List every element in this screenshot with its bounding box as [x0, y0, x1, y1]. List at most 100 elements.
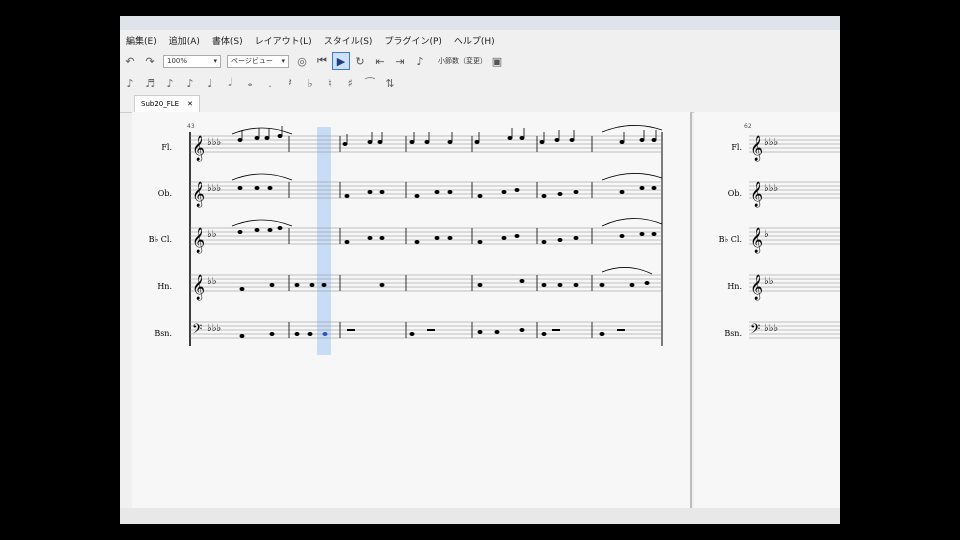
instrument-label: Fl.: [161, 143, 172, 152]
title-bar: [120, 16, 840, 30]
pane-divider[interactable]: [690, 112, 692, 508]
selected-note[interactable]: [322, 332, 328, 336]
treble-clef-icon: 𝄞: [192, 135, 205, 161]
play-button[interactable]: ▶: [332, 52, 350, 70]
close-icon[interactable]: ✕: [187, 100, 193, 108]
rest-icon[interactable]: 𝄽: [280, 76, 300, 90]
treble-clef-icon: 𝄞: [192, 181, 205, 207]
rest-icon: [427, 329, 435, 331]
image-capture-icon[interactable]: ▣: [489, 53, 505, 69]
staff-bassoon: Bsn. 𝄢 ♭♭♭: [154, 321, 662, 340]
instrument-label: Bsn.: [724, 329, 742, 338]
zoom-value: 100%: [167, 57, 188, 65]
staff-oboe: Ob. 𝄞 ♭♭♭: [728, 181, 840, 207]
rest-icon: [617, 329, 625, 331]
key-signature: ♭♭: [764, 276, 774, 287]
menu-edit[interactable]: 編集(E): [120, 34, 163, 47]
bass-clef-icon: 𝄢: [192, 321, 202, 340]
treble-clef-icon: 𝄞: [750, 181, 763, 207]
key-signature: ♭♭♭: [764, 323, 778, 334]
treble-clef-icon: 𝄞: [750, 135, 763, 161]
key-signature: ♭♭♭: [207, 183, 221, 194]
zoom-combo[interactable]: 100% ▾: [163, 54, 221, 68]
score-page-1[interactable]: 43 Fl. 𝄞 ♭♭♭ Ob. 𝄞 ♭♭♭ B♭ Cl. 𝄞 ♭♭ Hn. 𝄞…: [132, 112, 692, 508]
app-window: 編集(E) 追加(A) 書体(S) レイアウト(L) スタイル(S) プラグイン…: [120, 16, 840, 524]
key-signature: ♭♭♭: [764, 137, 778, 148]
instrument-label: B♭ Cl.: [149, 235, 172, 244]
view-combo[interactable]: ページビュー ▾: [227, 54, 289, 68]
metronome-icon[interactable]: ◎: [294, 53, 310, 69]
rest-icon: [552, 329, 560, 331]
note-quarter-icon[interactable]: ♩: [200, 77, 220, 90]
tab-strip: Sub20_FLE ✕: [120, 94, 840, 113]
menu-bar: 編集(E) 追加(A) 書体(S) レイアウト(L) スタイル(S) プラグイン…: [120, 30, 840, 50]
instrument-label: Ob.: [728, 189, 742, 198]
loop-icon[interactable]: ↻: [352, 53, 368, 69]
treble-clef-icon: 𝄞: [192, 274, 205, 300]
play-icon: ▶: [336, 54, 346, 68]
key-signature: ♭♭: [207, 276, 217, 287]
score-tab[interactable]: Sub20_FLE ✕: [134, 95, 200, 112]
key-signature: ♭♭♭: [764, 183, 778, 194]
staff-flute: Fl. 𝄞 ♭♭♭: [731, 135, 840, 161]
treble-clef-icon: 𝄞: [192, 227, 205, 253]
menu-help[interactable]: ヘルプ(H): [448, 34, 501, 47]
playback-cursor: [317, 127, 331, 355]
chevron-down-icon: ▾: [213, 57, 217, 65]
loop-in-icon[interactable]: ⇤: [372, 53, 388, 69]
menu-style[interactable]: スタイル(S): [318, 34, 379, 47]
menu-add[interactable]: 追加(A): [163, 34, 206, 47]
score-svg: 43 Fl. 𝄞 ♭♭♭ Ob. 𝄞 ♭♭♭ B♭ Cl. 𝄞 ♭♭ Hn. 𝄞…: [149, 123, 663, 355]
natural-icon[interactable]: ♮: [320, 77, 340, 90]
tab-label: Sub20_FLE: [141, 100, 180, 108]
pan-icon[interactable]: ♪: [412, 53, 428, 69]
note-input-icon[interactable]: ♪: [120, 77, 140, 90]
treble-clef-icon: 𝄞: [750, 274, 763, 300]
staff-clarinet: B♭ Cl. 𝄞 ♭♭: [149, 218, 663, 253]
treble-clef-icon: 𝄞: [750, 227, 763, 253]
note-16th-icon[interactable]: ♪: [160, 77, 180, 90]
menu-layout[interactable]: レイアウト(L): [249, 34, 318, 47]
key-signature: ♭♭♭: [207, 137, 221, 148]
instrument-label: B♭ Cl.: [719, 235, 742, 244]
instrument-label: Hn.: [157, 282, 172, 291]
instrument-label: Ob.: [158, 189, 172, 198]
view-value: ページビュー: [231, 57, 273, 65]
note-8th-icon[interactable]: ♪: [180, 77, 200, 90]
score-page-2[interactable]: 62 Fl. 𝄞 ♭♭♭ Ob. 𝄞 ♭♭♭ B♭ Cl. 𝄞 ♭ Hn. 𝄞 …: [694, 112, 840, 508]
tie-icon[interactable]: ⁀: [360, 77, 380, 90]
loop-out-icon[interactable]: ⇥: [392, 53, 408, 69]
staff-bassoon: Bsn. 𝄢 ♭♭♭: [724, 321, 840, 340]
key-signature: ♭♭: [207, 229, 217, 240]
note-input-bar: ♪ ♬ ♪ ♪ ♩ 𝅗𝅥 𝅝 . 𝄽 ♭ ♮ ♯ ⁀ ⇅: [120, 72, 840, 94]
countin-label: 小節数（変更）: [438, 57, 487, 65]
staff-horn: Hn. 𝄞 ♭♭: [157, 267, 662, 300]
key-signature: ♭♭♭: [207, 323, 221, 334]
instrument-label: Bsn.: [154, 329, 172, 338]
score-svg-page-2: 62 Fl. 𝄞 ♭♭♭ Ob. 𝄞 ♭♭♭ B♭ Cl. 𝄞 ♭ Hn. 𝄞 …: [719, 123, 840, 340]
sharp-icon[interactable]: ♯: [340, 77, 360, 90]
menu-format[interactable]: 書体(S): [206, 34, 249, 47]
note-whole-icon[interactable]: 𝅝: [240, 76, 260, 90]
note-half-icon[interactable]: 𝅗𝅥: [220, 76, 240, 90]
redo-icon[interactable]: ↷: [142, 53, 158, 69]
instrument-label: Hn.: [727, 282, 742, 291]
instrument-label: Fl.: [731, 143, 742, 152]
menu-plugins[interactable]: プラグイン(P): [378, 34, 447, 47]
key-signature: ♭: [764, 229, 769, 240]
dot-icon[interactable]: .: [260, 77, 280, 90]
measure-number: 43: [187, 123, 195, 130]
rewind-icon[interactable]: ⏮: [314, 53, 330, 69]
bass-clef-icon: 𝄢: [750, 321, 760, 340]
staff-clarinet: B♭ Cl. 𝄞 ♭: [719, 227, 840, 253]
flip-icon[interactable]: ⇅: [380, 77, 400, 90]
rest-icon: [347, 329, 355, 331]
note-32nd-icon[interactable]: ♬: [140, 77, 160, 90]
staff-horn: Hn. 𝄞 ♭♭: [727, 274, 840, 300]
staff-flute: Fl. 𝄞 ♭♭♭: [161, 125, 663, 161]
toolbar: ↶ ↷ 100% ▾ ページビュー ▾ ◎ ⏮ ▶ ↻ ⇤ ⇥ ♪ 小節数（変更…: [120, 50, 840, 72]
measure-number: 62: [744, 123, 752, 130]
undo-icon[interactable]: ↶: [122, 53, 138, 69]
flat-icon[interactable]: ♭: [300, 77, 320, 90]
staff-oboe: Ob. 𝄞 ♭♭♭: [158, 173, 663, 207]
